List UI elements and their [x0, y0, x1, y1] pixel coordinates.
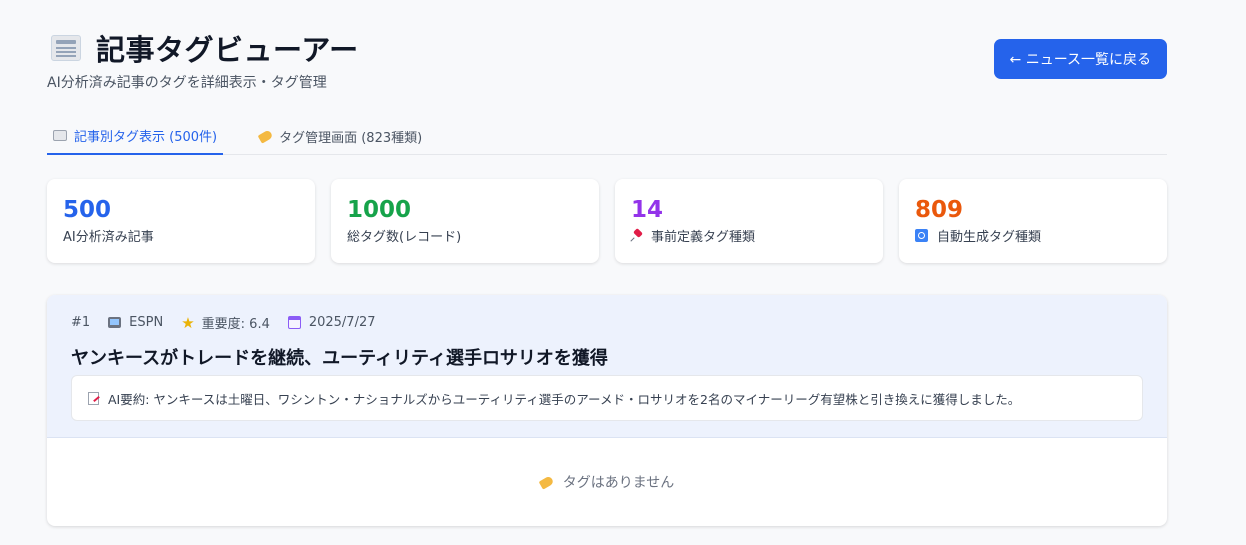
- stat-card-total-tags: 1000 総タグ数(レコード): [331, 179, 599, 263]
- source-text: ESPN: [129, 315, 164, 330]
- empty-tags-state: タグはありません: [47, 438, 1167, 526]
- stat-value: 809: [915, 197, 964, 223]
- page-title: 記事タグビューアー: [96, 33, 359, 67]
- article-card: #1 ESPN ★ 重要度: 6.4 2025/7/27 ヤンキースがトレードを…: [47, 295, 1167, 526]
- stat-value: 1000: [347, 197, 412, 223]
- stat-label-text: 事前定義タグ種類: [651, 230, 756, 245]
- back-to-news-button[interactable]: ← ニュース一覧に戻る: [993, 39, 1167, 79]
- stat-label-text: 自動生成タグ種類: [937, 230, 1042, 245]
- article-meta: #1 ESPN ★ 重要度: 6.4 2025/7/27: [71, 313, 1143, 333]
- stat-card-articles: 500 AI分析済み記事: [47, 179, 315, 263]
- tab-label: 記事別タグ表示 (500件): [74, 130, 218, 145]
- tab-article-tags[interactable]: 記事別タグ表示 (500件): [47, 118, 224, 155]
- newspaper-icon: [51, 35, 81, 61]
- tab-label: タグ管理画面 (823種類): [279, 131, 423, 146]
- article-source: ESPN: [108, 315, 163, 330]
- star-icon: ★: [181, 313, 195, 332]
- ai-summary-text: AI要約: ヤンキースは土曜日、ワシントン・ナショナルズからユーティリティ選手の…: [108, 391, 1021, 407]
- article-headline: ヤンキースがトレードを継続、ユーティリティ選手ロサリオを獲得: [71, 348, 608, 369]
- stat-label-text: 総タグ数(レコード): [347, 230, 462, 245]
- article-importance: ★ 重要度: 6.4: [181, 313, 270, 333]
- date-text: 2025/7/27: [308, 315, 376, 330]
- stat-card-auto-tags: 809 自動生成タグ種類: [899, 179, 1167, 263]
- pushpin-icon: [631, 230, 643, 242]
- tab-bar: 記事別タグ表示 (500件) タグ管理画面 (823種類): [47, 118, 1167, 155]
- refresh-icon: [915, 229, 928, 242]
- tag-icon: [257, 129, 274, 144]
- title-row: 記事タグビューアー: [51, 27, 359, 69]
- calendar-icon: [287, 316, 301, 329]
- tv-icon: [108, 317, 122, 328]
- tab-tag-management[interactable]: タグ管理画面 (823種類): [253, 118, 428, 155]
- tag-icon: [538, 474, 555, 490]
- article-header: #1 ESPN ★ 重要度: 6.4 2025/7/27 ヤンキースがトレードを…: [47, 295, 1167, 438]
- page-subtitle: AI分析済み記事のタグを詳細表示・タグ管理: [47, 75, 327, 91]
- ai-summary-box: AI要約: ヤンキースは土曜日、ワシントン・ナショナルズからユーティリティ選手の…: [71, 375, 1143, 421]
- page-container: 記事タグビューアー AI分析済み記事のタグを詳細表示・タグ管理 ← ニュース一覧…: [47, 0, 1167, 526]
- stats-row: 500 AI分析済み記事 1000 総タグ数(レコード) 14 事前定義タグ種類…: [47, 179, 1167, 263]
- stat-label: 自動生成タグ種類: [915, 226, 1151, 245]
- page-header: 記事タグビューアー AI分析済み記事のタグを詳細表示・タグ管理 ← ニュース一覧…: [47, 0, 1167, 110]
- stat-label: 事前定義タグ種類: [631, 226, 867, 245]
- article-index: #1: [71, 315, 91, 330]
- importance-text: 重要度: 6.4: [201, 317, 270, 332]
- empty-tags-text: タグはありません: [562, 475, 675, 491]
- stat-label: AI分析済み記事: [63, 226, 299, 245]
- stat-card-predefined-tags: 14 事前定義タグ種類: [615, 179, 883, 263]
- stat-label: 総タグ数(レコード): [347, 226, 583, 245]
- article-date: 2025/7/27: [287, 315, 376, 330]
- memo-icon: [88, 391, 99, 405]
- stat-label-text: AI分析済み記事: [63, 230, 154, 245]
- stat-value: 14: [631, 197, 664, 223]
- newspaper-icon: [53, 130, 67, 141]
- stat-value: 500: [63, 197, 112, 223]
